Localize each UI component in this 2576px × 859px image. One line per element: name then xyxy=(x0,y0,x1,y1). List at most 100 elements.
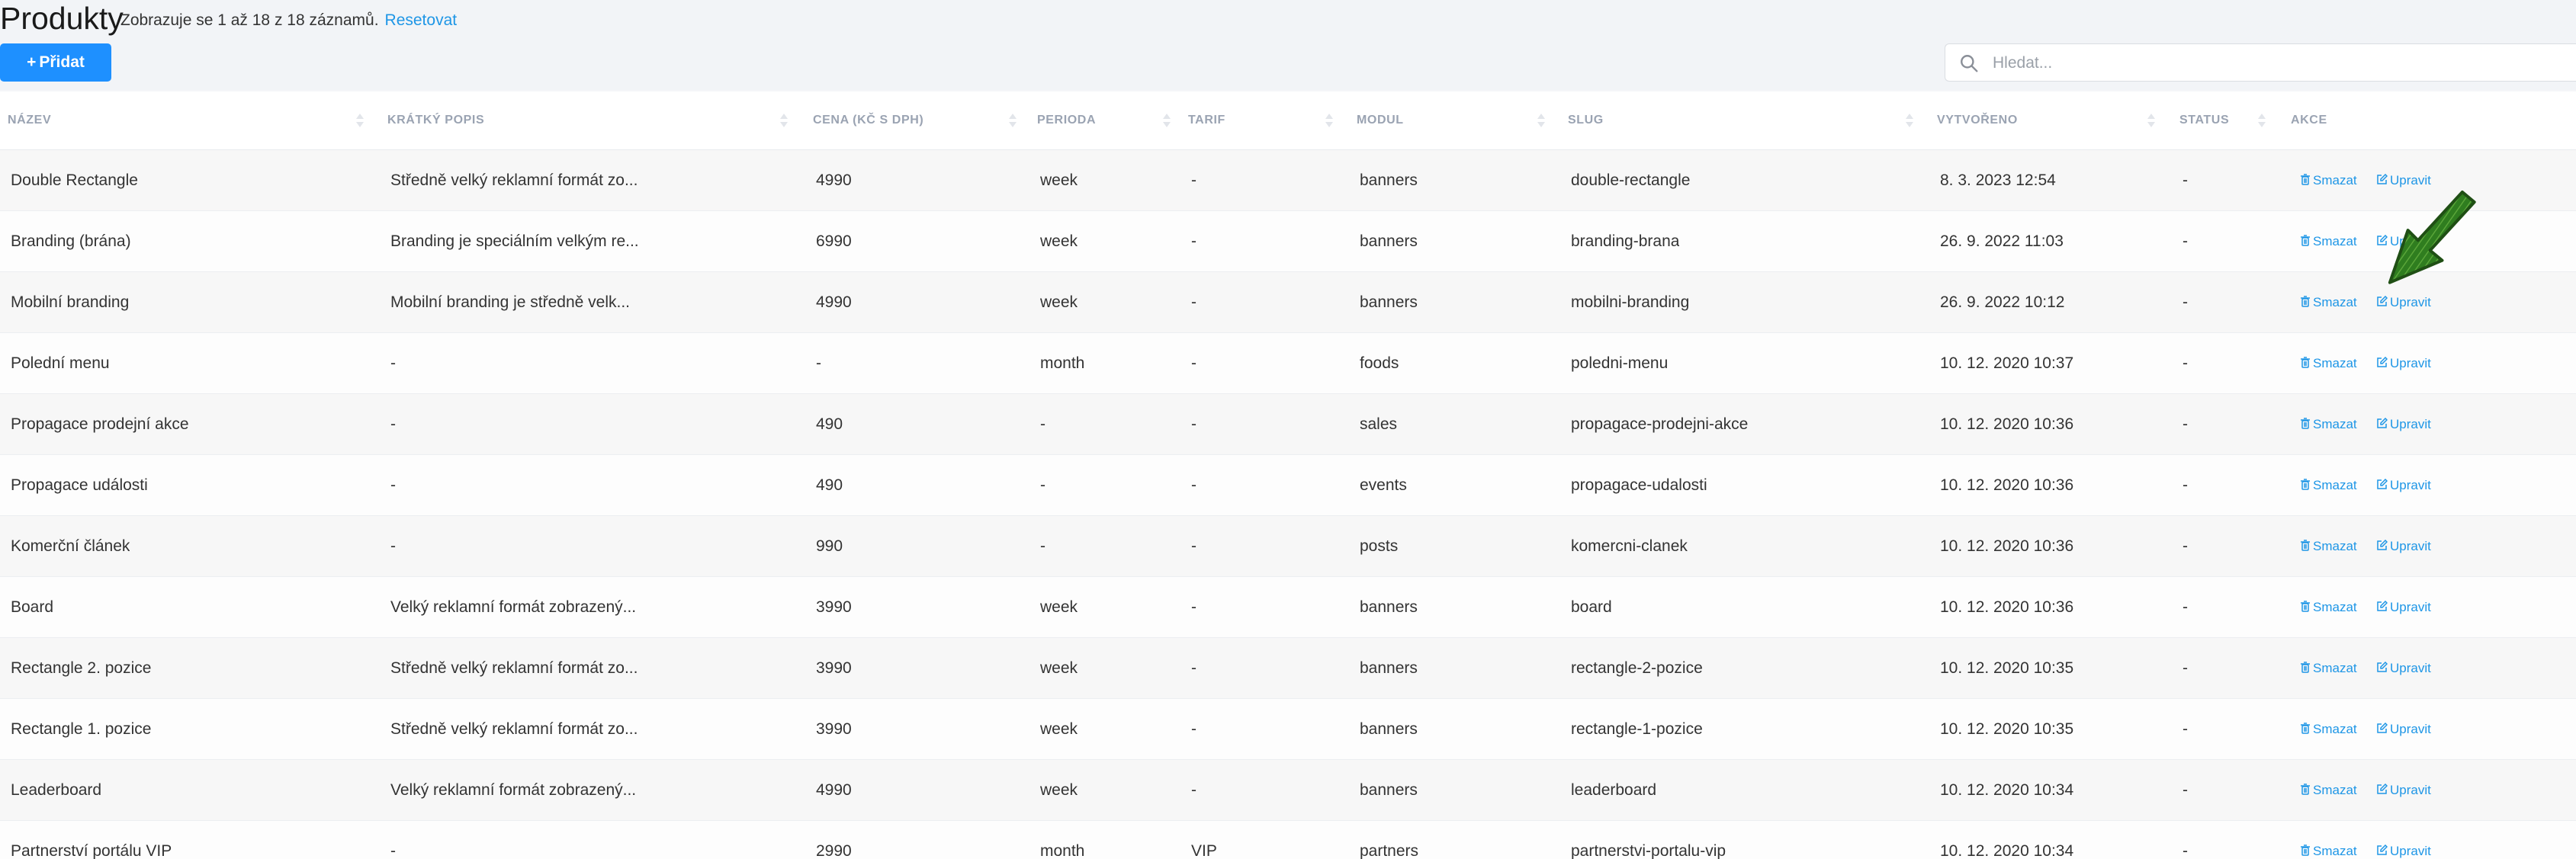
sort-icon[interactable] xyxy=(355,112,365,129)
cell-status: - xyxy=(2183,537,2188,555)
cell-price: - xyxy=(816,354,821,372)
cell-period: week xyxy=(1040,659,1078,677)
edit-button[interactable]: Upravit xyxy=(2376,150,2431,210)
cell-price: 990 xyxy=(816,537,843,555)
delete-button[interactable]: Smazat xyxy=(2300,333,2357,393)
edit-button[interactable]: Upravit xyxy=(2376,333,2431,393)
cell-created: 10. 12. 2020 10:37 xyxy=(1940,354,2074,372)
delete-button[interactable]: Smazat xyxy=(2300,394,2357,454)
column-header-price[interactable]: Cena (Kč s DPH) xyxy=(813,91,923,149)
search-icon xyxy=(1961,55,1978,72)
cell-created: 26. 9. 2022 11:03 xyxy=(1940,232,2064,250)
sort-icon[interactable] xyxy=(1325,112,1334,129)
column-header-tariff[interactable]: Tarif xyxy=(1188,91,1225,149)
sort-icon[interactable] xyxy=(1008,112,1017,129)
sort-icon[interactable] xyxy=(2147,112,2156,129)
edit-button[interactable]: Upravit xyxy=(2376,455,2431,515)
edit-icon xyxy=(2376,356,2390,370)
edit-icon xyxy=(2376,783,2390,797)
column-header-created[interactable]: Vytvořeno xyxy=(1937,91,2018,149)
add-product-button[interactable]: +Přidat produkt xyxy=(0,43,111,109)
delete-label: Smazat xyxy=(2313,356,2357,370)
edit-label: Upravit xyxy=(2390,356,2431,370)
cell-module: banners xyxy=(1360,598,1418,616)
edit-button[interactable]: Upravit xyxy=(2376,821,2431,859)
table-row: Double Rectangle Středně velký reklamní f… xyxy=(0,150,2576,211)
column-header-module[interactable]: Modul xyxy=(1357,91,1404,149)
cell-created: 10. 12. 2020 10:35 xyxy=(1940,720,2074,738)
table-body: Double Rectangle Středně velký reklamní f… xyxy=(0,150,2576,859)
edit-button[interactable]: Upravit xyxy=(2376,699,2431,759)
column-header-short-description[interactable]: Krátký popis xyxy=(387,91,484,149)
cell-module: foods xyxy=(1360,354,1399,372)
edit-label: Upravit xyxy=(2390,539,2431,553)
cell-status: - xyxy=(2183,232,2188,250)
cell-tariff: - xyxy=(1191,232,1196,250)
delete-button[interactable]: Smazat xyxy=(2300,272,2357,332)
cell-tariff: VIP xyxy=(1191,842,1217,859)
edit-icon xyxy=(2376,600,2390,614)
cell-period: week xyxy=(1040,781,1078,799)
cell-period: - xyxy=(1040,537,1045,555)
cell-module: banners xyxy=(1360,781,1418,799)
table-row: Komerční článek - 990 - - posts komercni-clane… xyxy=(0,516,2576,577)
column-header-status[interactable]: Status xyxy=(2179,91,2229,149)
delete-button[interactable]: Smazat xyxy=(2300,821,2357,859)
column-header-period[interactable]: Perioda xyxy=(1037,91,1096,149)
reset-link[interactable]: Resetovat xyxy=(385,11,458,29)
plus-icon: + xyxy=(27,53,37,71)
edit-label: Upravit xyxy=(2390,417,2431,431)
column-header-name[interactable]: Název xyxy=(8,91,51,149)
sort-icon[interactable] xyxy=(2257,112,2266,129)
edit-icon xyxy=(2376,478,2390,492)
edit-label: Upravit xyxy=(2390,234,2431,248)
delete-button[interactable]: Smazat xyxy=(2300,211,2357,271)
trash-icon xyxy=(2300,417,2313,431)
cell-status: - xyxy=(2183,415,2188,433)
sort-icon[interactable] xyxy=(1905,112,1914,129)
trash-icon xyxy=(2300,173,2313,188)
edit-icon xyxy=(2376,661,2390,675)
search-box[interactable] xyxy=(1945,43,2576,82)
cell-price: 490 xyxy=(816,415,843,433)
sort-icon[interactable] xyxy=(779,112,789,129)
edit-button[interactable]: Upravit xyxy=(2376,211,2431,271)
cell-created: 10. 12. 2020 10:36 xyxy=(1940,415,2074,433)
cell-module: events xyxy=(1360,476,1407,494)
cell-price: 2990 xyxy=(816,842,852,859)
sort-icon[interactable] xyxy=(1537,112,1546,129)
delete-button[interactable]: Smazat xyxy=(2300,150,2357,210)
trash-icon xyxy=(2300,356,2313,370)
edit-button[interactable]: Upravit xyxy=(2376,394,2431,454)
edit-button[interactable]: Upravit xyxy=(2376,577,2431,637)
edit-button[interactable]: Upravit xyxy=(2376,272,2431,332)
cell-created: 26. 9. 2022 10:12 xyxy=(1940,293,2065,311)
edit-icon xyxy=(2376,722,2390,736)
trash-icon xyxy=(2300,234,2313,248)
delete-button[interactable]: Smazat xyxy=(2300,516,2357,576)
cell-tariff: - xyxy=(1191,476,1196,494)
table-row: Rectangle 2. pozice Středně velký reklamn… xyxy=(0,638,2576,699)
search-input[interactable] xyxy=(1991,44,2558,82)
cell-short-description: Velký reklamní formát zobrazený... xyxy=(390,598,637,616)
edit-button[interactable]: Upravit xyxy=(2376,638,2431,698)
cell-created: 10. 12. 2020 10:35 xyxy=(1940,659,2074,677)
table-row: Propagace události - 490 - - events propagace-… xyxy=(0,455,2576,516)
delete-button[interactable]: Smazat xyxy=(2300,455,2357,515)
sort-icon[interactable] xyxy=(1162,112,1171,129)
delete-button[interactable]: Smazat xyxy=(2300,638,2357,698)
edit-button[interactable]: Upravit xyxy=(2376,516,2431,576)
trash-icon xyxy=(2300,783,2313,797)
column-header-slug[interactable]: Slug xyxy=(1568,91,1604,149)
cell-status: - xyxy=(2183,842,2188,859)
delete-button[interactable]: Smazat xyxy=(2300,760,2357,820)
cell-short-description: - xyxy=(390,842,396,859)
cell-price: 490 xyxy=(816,476,843,494)
cell-period: month xyxy=(1040,842,1085,859)
edit-button[interactable]: Upravit xyxy=(2376,760,2431,820)
table-row: Propagace prodejní akce - 490 - - sales propag… xyxy=(0,394,2576,455)
cell-module: partners xyxy=(1360,842,1419,859)
delete-button[interactable]: Smazat xyxy=(2300,577,2357,637)
delete-button[interactable]: Smazat xyxy=(2300,699,2357,759)
table-row: Partnerství portálu VIP - 2990 month VIP part… xyxy=(0,821,2576,859)
